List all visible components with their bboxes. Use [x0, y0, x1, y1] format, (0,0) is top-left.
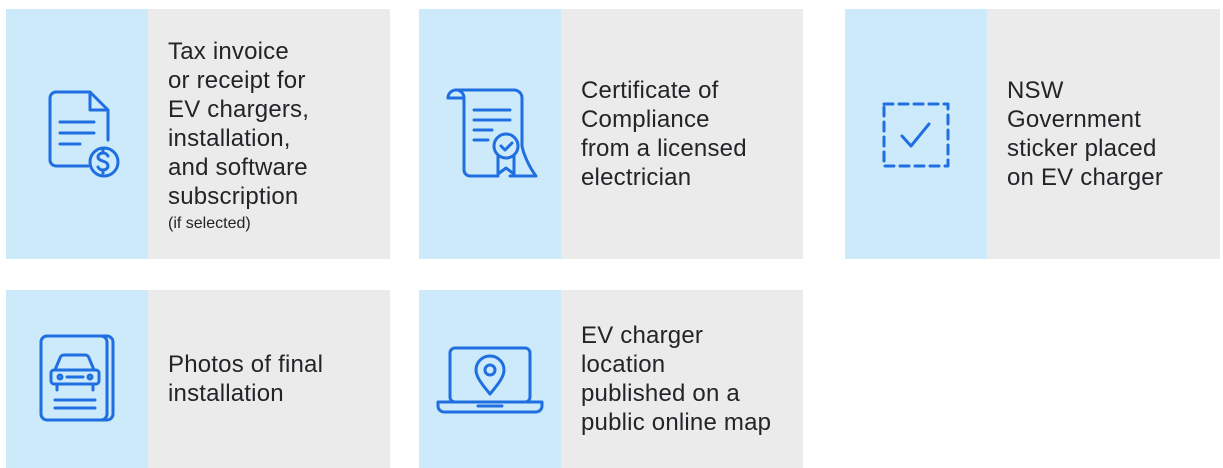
card-text-panel: Tax invoice or receipt for EV chargers, …: [148, 9, 390, 259]
card-online-map: EV charger location published on a publi…: [419, 290, 803, 468]
card-title-line: published on a: [581, 380, 740, 407]
card-sticker: NSW Government sticker placed on EV char…: [845, 9, 1220, 259]
card-title: Tax invoice or receipt for EV chargers, …: [168, 37, 376, 211]
card-photos: Photos of final installation: [6, 290, 390, 468]
card-title-line: Tax invoice: [168, 38, 289, 65]
card-title-line: installation: [168, 380, 284, 407]
card-icon-panel: [419, 290, 561, 468]
card-title-line: location: [581, 351, 666, 378]
card-icon-panel: [419, 9, 561, 259]
card-title-line: Compliance: [581, 106, 710, 133]
card-title-line: electrician: [581, 164, 692, 191]
card-title-line: or receipt for: [168, 67, 306, 94]
card-text-panel: Certificate of Compliance from a license…: [561, 9, 803, 259]
card-icon-panel: [6, 290, 148, 468]
card-title-line: Photos of final: [168, 351, 324, 378]
card-text-panel: EV charger location published on a publi…: [561, 290, 803, 468]
card-icon-panel: [845, 9, 987, 259]
card-title-line: installation,: [168, 125, 291, 152]
card-certificate: Certificate of Compliance from a license…: [419, 9, 803, 259]
card-title-line: public online map: [581, 409, 772, 436]
car-photo-icon: [27, 324, 127, 434]
card-title: Certificate of Compliance from a license…: [581, 76, 789, 192]
certificate-icon: [430, 74, 550, 194]
sticker-check-icon: [876, 94, 956, 174]
card-title: NSW Government sticker placed on EV char…: [1007, 76, 1206, 192]
card-text-panel: NSW Government sticker placed on EV char…: [987, 9, 1220, 259]
card-title-line: NSW: [1007, 77, 1064, 104]
card-title-line: EV chargers,: [168, 96, 310, 123]
card-title-line: Government: [1007, 106, 1142, 133]
card-title-line: EV charger: [581, 322, 704, 349]
card-title-line: sticker placed: [1007, 135, 1157, 162]
card-title-line: on EV charger: [1007, 164, 1164, 191]
card-title-line: Certificate of: [581, 77, 719, 104]
card-icon-panel: [6, 9, 148, 259]
card-tax-invoice: Tax invoice or receipt for EV chargers, …: [6, 9, 390, 259]
card-title: Photos of final installation: [168, 350, 376, 408]
card-note: (if selected): [168, 215, 251, 232]
card-title: EV charger location published on a publi…: [581, 321, 789, 437]
invoice-dollar-icon: [22, 74, 132, 194]
card-title-line: subscription: [168, 183, 299, 210]
card-title-line: from a licensed: [581, 135, 747, 162]
card-title-line: and software: [168, 154, 308, 181]
laptop-map-pin-icon: [430, 334, 550, 424]
card-text-panel: Photos of final installation: [148, 290, 390, 468]
